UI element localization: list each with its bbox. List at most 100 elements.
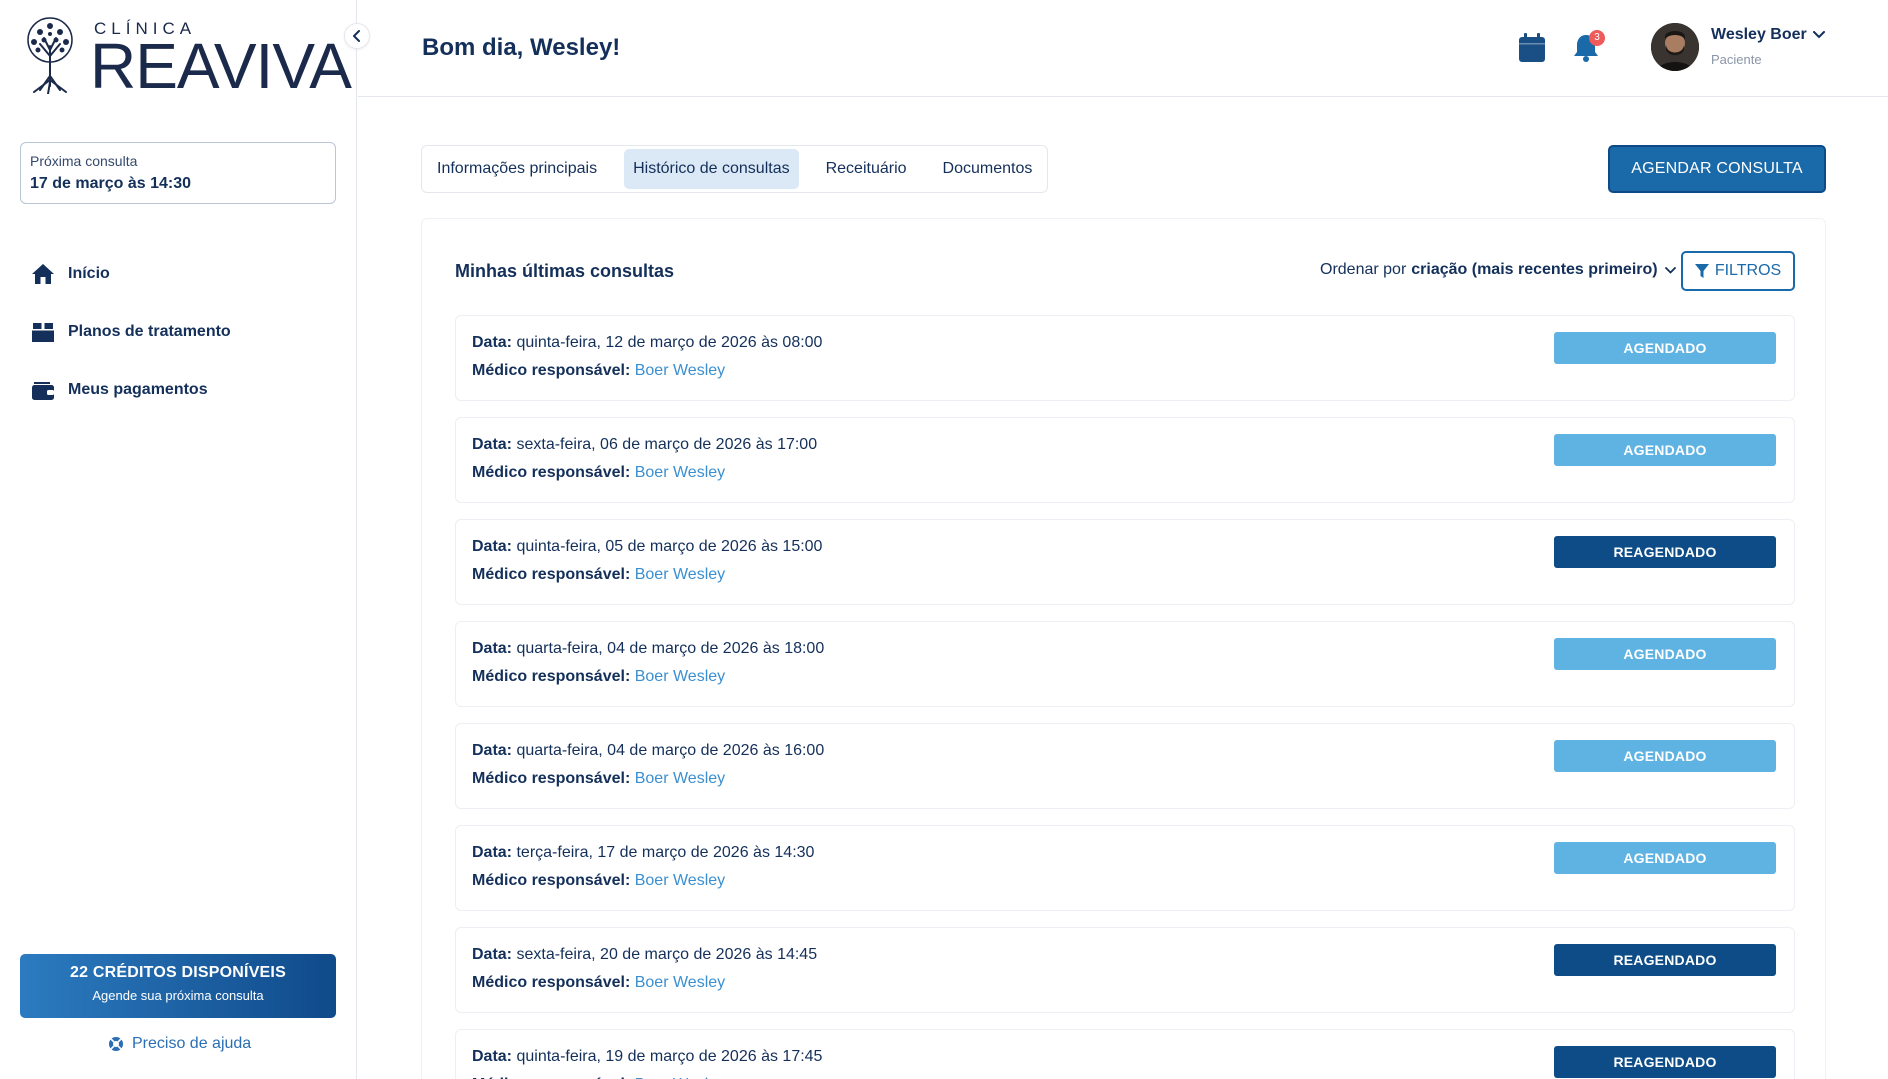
appointment-row[interactable]: Data: quarta-feira, 04 de março de 2026 … <box>455 723 1795 809</box>
filters-label: FILTROS <box>1714 262 1782 279</box>
filter-icon <box>1694 263 1709 278</box>
tab-historico[interactable]: Histórico de consultas <box>624 149 799 189</box>
sidebar-item-label: Meus pagamentos <box>68 381 208 398</box>
sort-prefix: Ordenar por <box>1320 261 1407 278</box>
sort-dropdown[interactable]: Ordenar por criação (mais recentes prime… <box>1320 261 1676 279</box>
top-header: Bom dia, Wesley! 3 Wesley Boer Paciente <box>358 0 1888 97</box>
appointment-doctor-line: Médico responsável: Boer Wesley <box>472 770 725 788</box>
doctor-link[interactable]: Boer Wesley <box>635 872 725 889</box>
appointment-row[interactable]: Data: sexta-feira, 06 de março de 2026 à… <box>455 417 1795 503</box>
appointment-row[interactable]: Data: quarta-feira, 04 de março de 2026 … <box>455 621 1795 707</box>
date-label: Data: <box>472 1048 513 1065</box>
doctor-label: Médico responsável: <box>472 872 631 889</box>
sidebar-item-pagamentos[interactable]: Meus pagamentos <box>30 376 330 404</box>
appointment-date: sexta-feira, 06 de março de 2026 às 17:0… <box>516 436 818 453</box>
clinic-logo[interactable]: CLÍNICA REAVIVA <box>18 16 352 98</box>
appointment-date-line: Data: sexta-feira, 20 de março de 2026 à… <box>472 946 817 964</box>
date-label: Data: <box>472 436 513 453</box>
appointment-doctor-line: Médico responsável: Boer Wesley <box>472 362 725 380</box>
panel-title: Minhas últimas consultas <box>455 261 675 281</box>
next-appointment-label: Próxima consulta <box>30 153 138 169</box>
avatar[interactable] <box>1651 23 1699 71</box>
date-label: Data: <box>472 538 513 555</box>
next-appointment-card[interactable]: Próxima consulta 17 de março às 14:30 <box>20 142 336 204</box>
appointment-date: sexta-feira, 20 de março de 2026 às 14:4… <box>516 946 818 963</box>
sidebar-item-planos[interactable]: Planos de tratamento <box>30 318 330 346</box>
status-badge: AGENDADO <box>1554 638 1776 670</box>
appointment-row[interactable]: Data: quinta-feira, 05 de março de 2026 … <box>455 519 1795 605</box>
user-menu-toggle[interactable]: Wesley Boer <box>1711 26 1825 44</box>
status-badge: REAGENDADO <box>1554 536 1776 568</box>
tab-informacoes[interactable]: Informações principais <box>428 149 606 189</box>
status-badge: AGENDADO <box>1554 740 1776 772</box>
credits-subtitle: Agende sua próxima consulta <box>92 988 264 1003</box>
schedule-appointment-button[interactable]: AGENDAR CONSULTA <box>1608 145 1826 193</box>
profile-tabs: Informações principais Histórico de cons… <box>421 145 1049 193</box>
chevron-down-icon <box>1664 266 1676 274</box>
appointments-panel: Minhas últimas consultas Ordenar por cri… <box>421 218 1826 1079</box>
date-label: Data: <box>472 742 513 759</box>
appointment-doctor-line: Médico responsável: Boer Wesley <box>472 974 725 992</box>
help-link[interactable]: Preciso de ajuda <box>108 1035 251 1053</box>
appointment-doctor-line: Médico responsável: Boer Wesley <box>472 872 725 890</box>
calendar-icon[interactable] <box>1518 33 1546 63</box>
page-greeting: Bom dia, Wesley! <box>422 34 621 61</box>
appointment-date-line: Data: quinta-feira, 05 de março de 2026 … <box>472 538 822 556</box>
appointment-date-line: Data: sexta-feira, 06 de março de 2026 à… <box>472 436 817 454</box>
wallet-icon <box>30 377 56 403</box>
tab-documentos[interactable]: Documentos <box>934 149 1042 189</box>
doctor-label: Médico responsável: <box>472 464 631 481</box>
appointment-date-line: Data: terça-feira, 17 de março de 2026 à… <box>472 844 814 862</box>
notifications-button[interactable]: 3 <box>1571 30 1605 66</box>
collapse-sidebar-button[interactable] <box>344 23 370 49</box>
date-label: Data: <box>472 946 513 963</box>
doctor-label: Médico responsável: <box>472 770 631 787</box>
date-label: Data: <box>472 334 513 351</box>
appointment-date: terça-feira, 17 de março de 2026 às 14:3… <box>516 844 815 861</box>
doctor-label: Médico responsável: <box>472 566 631 583</box>
appointments-list: Data: quinta-feira, 12 de março de 2026 … <box>455 315 1795 1079</box>
date-label: Data: <box>472 640 513 657</box>
user-photo <box>1651 23 1699 71</box>
appointment-row[interactable]: Data: quinta-feira, 19 de março de 2026 … <box>455 1029 1795 1079</box>
appointment-date-line: Data: quarta-feira, 04 de março de 2026 … <box>472 640 824 658</box>
doctor-link[interactable]: Boer Wesley <box>635 668 725 685</box>
doctor-label: Médico responsável: <box>472 668 631 685</box>
filters-button[interactable]: FILTROS <box>1681 251 1795 291</box>
home-icon <box>30 261 56 287</box>
credits-banner[interactable]: 22 CRÉDITOS DISPONÍVEIS Agende sua próxi… <box>20 954 336 1018</box>
doctor-label: Médico responsável: <box>472 362 631 379</box>
appointment-date: quinta-feira, 19 de março de 2026 às 17:… <box>516 1048 823 1065</box>
chevron-left-icon <box>353 30 360 42</box>
appointment-row[interactable]: Data: terça-feira, 17 de março de 2026 à… <box>455 825 1795 911</box>
appointment-date-line: Data: quarta-feira, 04 de março de 2026 … <box>472 742 824 760</box>
appointment-doctor-line: Médico responsável: Boer Wesley <box>472 464 725 482</box>
status-badge: AGENDADO <box>1554 842 1776 874</box>
appointment-row[interactable]: Data: quinta-feira, 12 de março de 2026 … <box>455 315 1795 401</box>
status-badge: AGENDADO <box>1554 434 1776 466</box>
appointment-date-line: Data: quinta-feira, 19 de março de 2026 … <box>472 1048 822 1066</box>
status-badge: REAGENDADO <box>1554 944 1776 976</box>
doctor-link[interactable]: Boer Wesley <box>635 974 725 991</box>
doctor-link[interactable]: Boer Wesley <box>635 566 725 583</box>
status-badge: AGENDADO <box>1554 332 1776 364</box>
appointment-date: quinta-feira, 12 de março de 2026 às 08:… <box>516 334 823 351</box>
user-name: Wesley Boer <box>1711 26 1807 43</box>
tab-receituario[interactable]: Receituário <box>817 149 916 189</box>
appointment-date: quarta-feira, 04 de março de 2026 às 18:… <box>516 640 825 657</box>
sidebar-nav: Início Planos de tratamento Meus pagamen… <box>30 260 330 434</box>
notification-count-badge: 3 <box>1589 30 1605 46</box>
appointment-date-line: Data: quinta-feira, 12 de março de 2026 … <box>472 334 822 352</box>
doctor-link[interactable]: Boer Wesley <box>635 464 725 481</box>
sidebar-item-inicio[interactable]: Início <box>30 260 330 288</box>
user-role: Paciente <box>1711 52 1762 67</box>
appointment-doctor-line: Médico responsável: Boer Wesley <box>472 668 725 686</box>
doctor-link[interactable]: Boer Wesley <box>635 362 725 379</box>
doctor-link[interactable]: Boer Wesley <box>635 770 725 787</box>
box-icon <box>30 319 56 345</box>
logo-title: REAVIVA <box>90 30 352 102</box>
credits-title: 22 CRÉDITOS DISPONÍVEIS <box>70 964 286 981</box>
appointment-row[interactable]: Data: sexta-feira, 20 de março de 2026 à… <box>455 927 1795 1013</box>
appointment-doctor-line: Médico responsável: Boer Wesley <box>472 566 725 584</box>
status-badge: REAGENDADO <box>1554 1046 1776 1078</box>
